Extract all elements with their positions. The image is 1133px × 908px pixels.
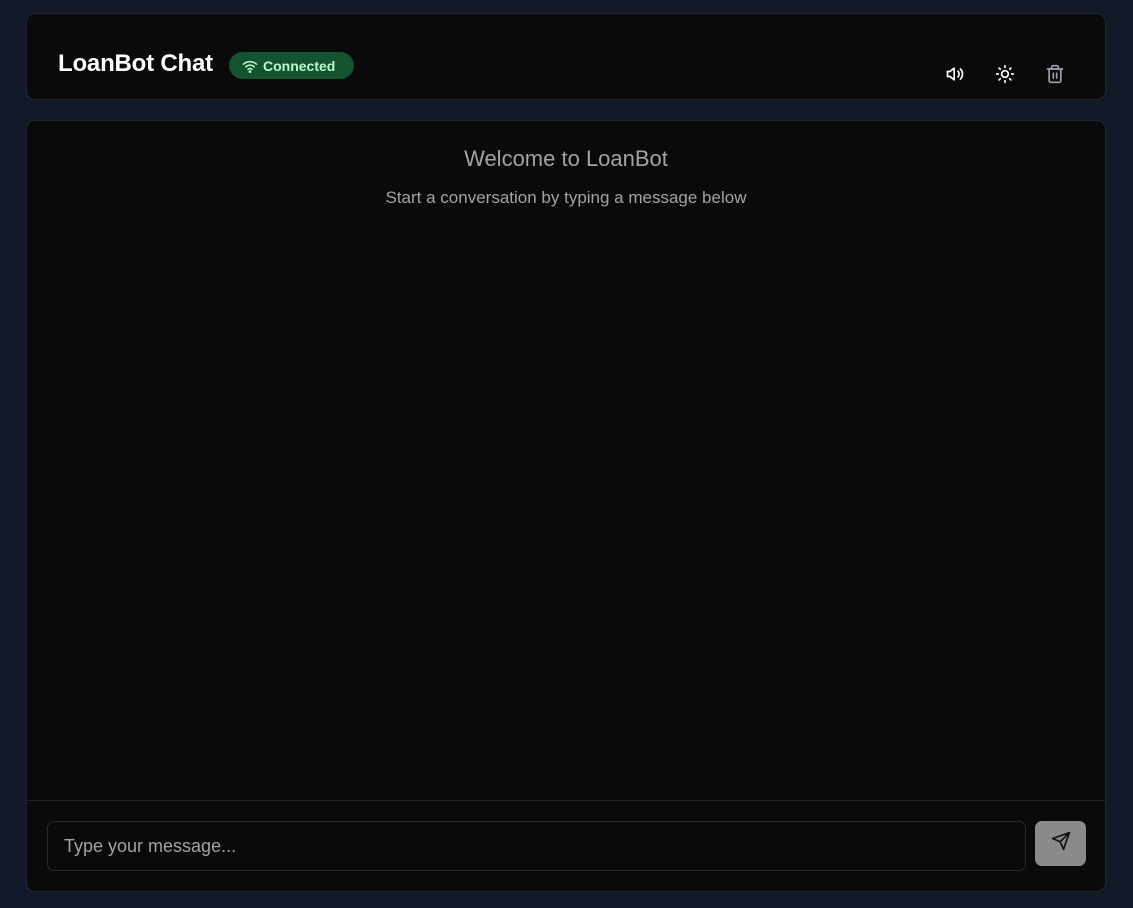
welcome-subtitle: Start a conversation by typing a message… — [385, 188, 747, 207]
clear-chat-button[interactable] — [1044, 64, 1066, 89]
send-icon — [1051, 831, 1071, 856]
sun-icon — [995, 64, 1015, 89]
send-button[interactable] — [1035, 821, 1086, 866]
trash-icon — [1045, 64, 1065, 89]
sound-toggle-button[interactable] — [944, 65, 966, 87]
welcome-title: Welcome to LoanBot — [464, 146, 668, 171]
wifi-icon — [242, 59, 258, 73]
composer-divider — [27, 800, 1105, 801]
chat-app: LoanBot Chat Connected Welcome to LoanBo… — [0, 0, 1133, 908]
page-title: LoanBot Chat — [58, 50, 213, 77]
chat-header: LoanBot Chat Connected — [26, 13, 1106, 100]
volume-icon — [945, 64, 965, 89]
status-label: Connected — [263, 57, 336, 74]
message-input[interactable] — [47, 821, 1026, 871]
chat-panel: Welcome to LoanBot Start a conversation … — [26, 120, 1106, 892]
status-badge: Connected — [229, 52, 354, 79]
theme-toggle-button[interactable] — [994, 64, 1016, 89]
